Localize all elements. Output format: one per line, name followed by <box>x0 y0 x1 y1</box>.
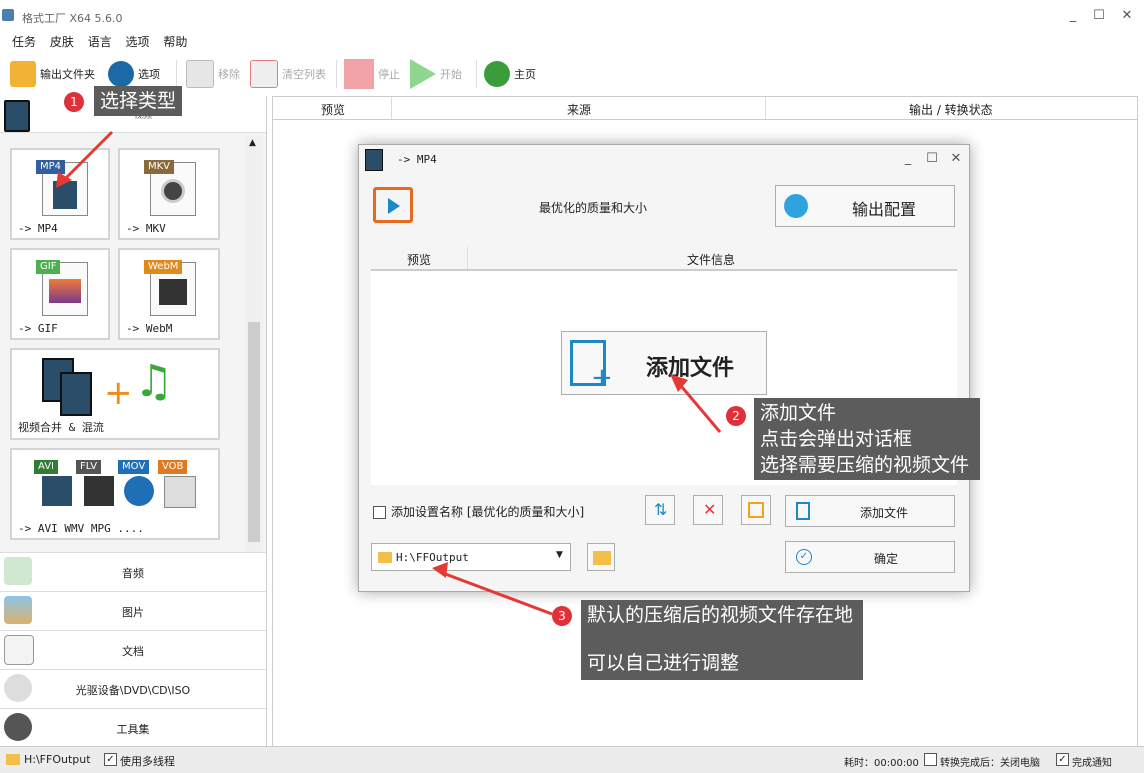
after-done-label: 转换完成后：关闭电脑 <box>940 758 1040 769</box>
status-path: H:\FFOutput <box>24 753 91 766</box>
status-bar: H:\FFOutput ✓ 使用多线程 耗时：00:00:00 转换完成后：关闭… <box>0 746 1144 773</box>
annotation-2-line-3: 选择需要压缩的视频文件 <box>760 454 970 476</box>
annotation-badge-1: 1 <box>64 92 84 112</box>
annotation-note-2: 添加文件 点击会弹出对话框 选择需要压缩的视频文件 <box>754 398 980 480</box>
annotation-3-line-1: 默认的压缩后的视频文件存在地 <box>587 604 854 626</box>
annotation-badge-2: 2 <box>726 406 746 426</box>
annotation-badge-3: 3 <box>552 606 572 626</box>
arrowhead-3 <box>432 562 448 578</box>
folder-icon <box>6 754 20 765</box>
elapsed-time: 耗时：00:00:00 <box>844 758 919 769</box>
notify-checkbox[interactable]: ✓ <box>1056 752 1069 766</box>
annotation-2-line-2: 点击会弹出对话框 <box>760 428 913 450</box>
annotation-3-line-2: 可以自己进行调整 <box>587 652 740 674</box>
annotation-note-1: 选择类型 <box>94 86 183 116</box>
after-done-checkbox[interactable] <box>924 752 937 766</box>
arrow-1 <box>58 130 114 186</box>
multithread-label: 使用多线程 <box>120 755 175 768</box>
multithread-checkbox[interactable]: ✓ <box>104 752 117 766</box>
arrow-3 <box>439 570 553 616</box>
annotation-note-3: 默认的压缩后的视频文件存在地 可以自己进行调整 <box>581 600 863 680</box>
notify-label: 完成通知 <box>1072 758 1112 769</box>
annotation-2-line-1: 添加文件 <box>760 402 837 424</box>
arrow-2 <box>674 379 722 433</box>
